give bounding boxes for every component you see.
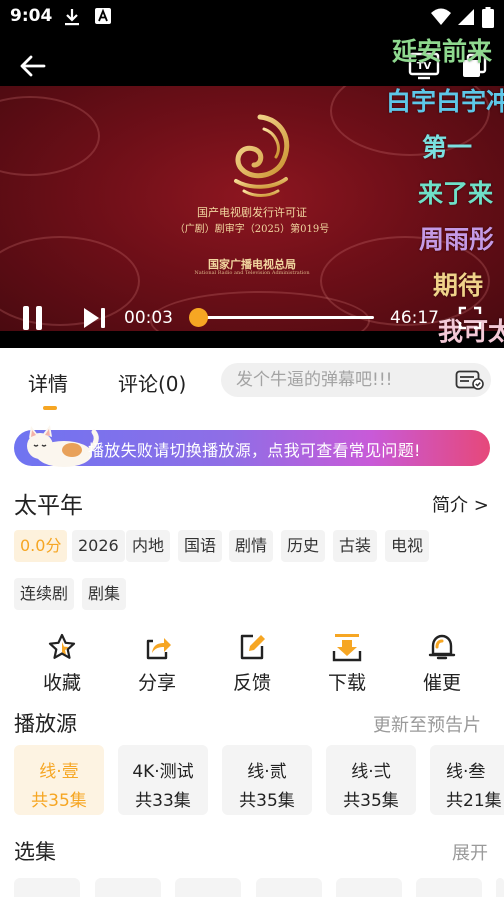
share-icon	[146, 638, 171, 660]
intro-link[interactable]: 简介 >	[432, 491, 489, 517]
active-tab-indicator	[43, 406, 57, 410]
player-controls: 00:03 46:17	[0, 296, 504, 348]
tag-category[interactable]: 电视	[385, 530, 430, 562]
source-episode-count: 共21集	[446, 791, 502, 811]
danmaku-comment: 白宇白宇冲	[386, 87, 504, 116]
playback-help-banner[interactable]: 播放失败请切换播放源，点我可查看常见问题!	[14, 425, 490, 467]
source-item[interactable]: 线·弍 共35集	[326, 745, 416, 815]
source-episode-count: 共35集	[239, 791, 295, 811]
progress-thumb[interactable]	[189, 308, 209, 327]
danmaku-input[interactable]	[236, 363, 446, 397]
download-label: 下载	[327, 672, 366, 694]
episode-item[interactable]	[416, 878, 482, 897]
danmaku-comment: 延安前来	[392, 37, 493, 66]
update-status: 更新至预告片	[373, 715, 481, 736]
wifi-icon	[431, 8, 451, 25]
source-episode-count: 共35集	[31, 791, 87, 811]
tag-genre[interactable]: 历史	[281, 530, 326, 562]
keyboard-a-icon	[95, 8, 111, 24]
fullscreen-icon[interactable]	[458, 306, 482, 330]
episode-item[interactable]	[95, 878, 161, 897]
source-name: 线·叁	[446, 762, 486, 782]
source-item[interactable]: 线·贰 共35集	[222, 745, 312, 815]
source-episode-count: 共33集	[135, 791, 191, 811]
show-title: 太平年	[14, 493, 83, 519]
pause-icon[interactable]	[20, 304, 46, 332]
favorite-button[interactable]: 收藏	[22, 632, 102, 694]
certificate-issuer-en: National Radio and Television Administra…	[194, 270, 310, 276]
episode-item[interactable]	[175, 878, 241, 897]
current-time: 00:03	[124, 308, 173, 328]
download-icon	[65, 9, 79, 26]
source-name: 4K·测试	[132, 762, 194, 782]
progress-bar[interactable]	[189, 308, 374, 327]
sources-title: 播放源	[14, 712, 77, 736]
tab-detail[interactable]: 详情	[28, 368, 68, 397]
next-episode-icon[interactable]	[82, 306, 108, 330]
tag-genre[interactable]: 古装	[333, 530, 378, 562]
cloud-ornament	[0, 96, 100, 176]
signal-icon	[458, 9, 474, 25]
danmaku-comment: 第一	[422, 133, 473, 162]
episode-item[interactable]	[496, 878, 504, 897]
source-item[interactable]: 4K·测试 共33集	[118, 745, 208, 815]
expand-episodes-link[interactable]: 展开	[452, 839, 488, 865]
tag-category[interactable]: 剧集	[82, 578, 127, 610]
danmaku-input-box[interactable]	[221, 363, 491, 397]
back-arrow-icon[interactable]	[18, 52, 46, 80]
episode-item[interactable]	[256, 878, 322, 897]
tag-category[interactable]: 连续剧	[14, 578, 75, 610]
share-button[interactable]: 分享	[117, 632, 197, 694]
status-time: 9:04	[10, 6, 53, 26]
danmaku-settings-icon[interactable]	[455, 370, 485, 390]
source-item[interactable]: 线·壹 共35集	[14, 745, 104, 815]
source-name: 线·贰	[247, 762, 287, 782]
download-button[interactable]: 下载	[307, 632, 387, 694]
bell-icon	[428, 634, 456, 660]
tab-comments[interactable]: 评论(0)	[118, 368, 186, 397]
danmaku-comment: 来了来	[418, 179, 494, 208]
favorite-label: 收藏	[42, 672, 81, 694]
total-time: 46:17	[390, 308, 439, 328]
source-name: 线·壹	[39, 762, 79, 782]
tag-genre[interactable]: 剧情	[229, 530, 274, 562]
edit-icon	[240, 634, 265, 660]
star-icon	[48, 633, 76, 659]
battery-icon	[482, 7, 494, 28]
danmaku-comment: 周雨彤	[419, 225, 495, 254]
detail-tabs: 详情 评论(0)	[0, 348, 504, 412]
episodes-title: 选集	[14, 840, 56, 864]
tag-language[interactable]: 国语	[178, 530, 223, 562]
feedback-button[interactable]: 反馈	[212, 632, 292, 694]
download-icon	[332, 634, 362, 662]
urge-update-button[interactable]: 催更	[402, 632, 482, 694]
episode-item[interactable]	[336, 878, 402, 897]
share-label: 分享	[137, 672, 176, 694]
source-item[interactable]: 线·叁 共21集	[430, 745, 504, 815]
source-episode-count: 共35集	[343, 791, 399, 811]
tag-score: 0.0分	[14, 530, 68, 562]
feedback-label: 反馈	[232, 672, 271, 694]
banner-text: 播放失败请切换播放源，点我可查看常见问题!	[88, 441, 421, 460]
urge-update-label: 催更	[422, 672, 461, 694]
video-player[interactable]: 国产电视剧发行许可证 （广剧）剧审字（2025）第019号 国家广播电视总局 N…	[0, 34, 504, 348]
tag-year[interactable]: 2026	[72, 530, 125, 562]
status-bar: 9:04	[0, 0, 504, 34]
broadcast-emblem-icon	[234, 114, 290, 197]
episode-item[interactable]	[14, 878, 80, 897]
source-name: 线·弍	[351, 762, 391, 782]
tag-region[interactable]: 内地	[126, 530, 171, 562]
